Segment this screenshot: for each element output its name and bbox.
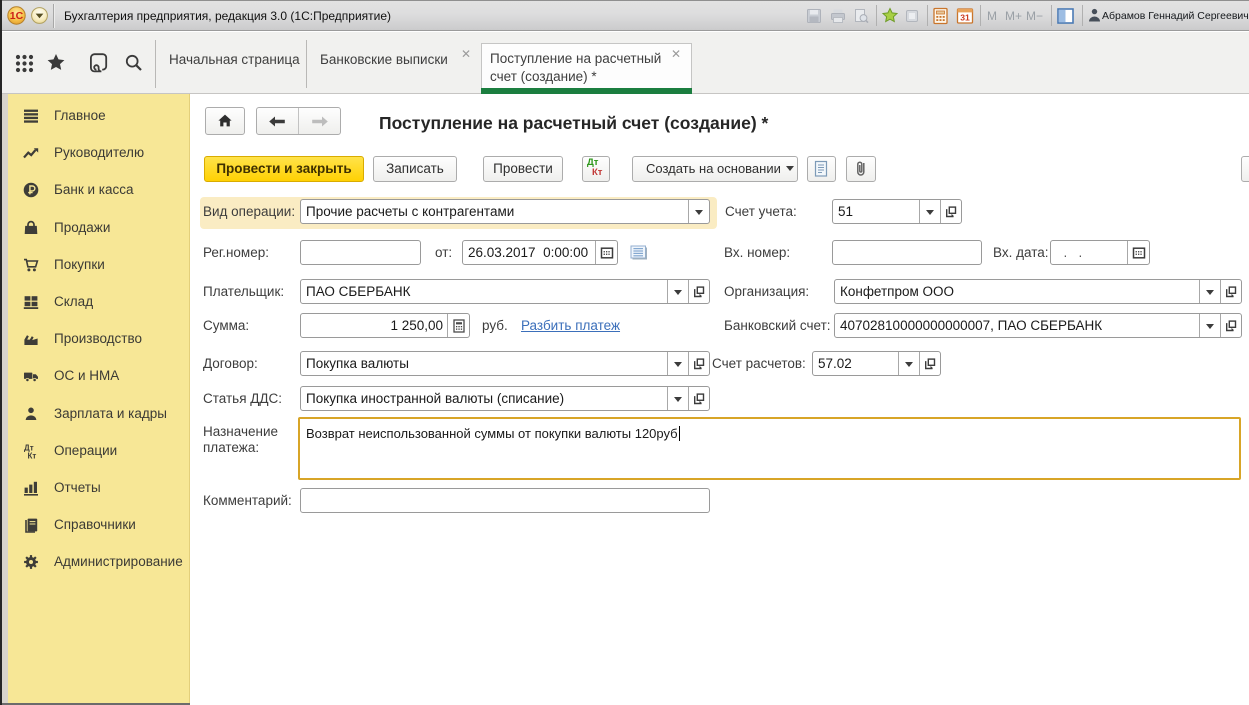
svg-text:31: 31 [960, 13, 970, 23]
svg-text:Кт: Кт [28, 452, 37, 460]
svg-text:1С: 1С [10, 10, 24, 22]
